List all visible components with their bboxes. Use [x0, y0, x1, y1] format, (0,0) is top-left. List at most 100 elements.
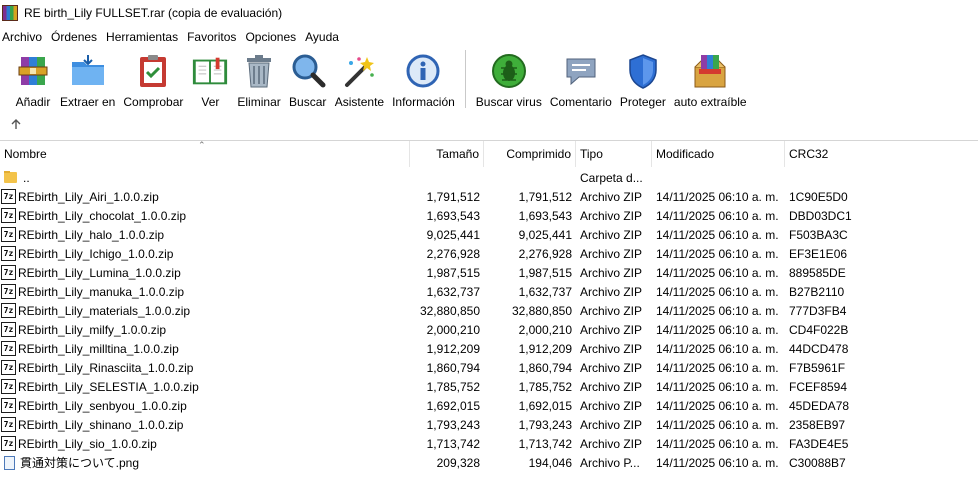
file-size: 9,025,441 — [426, 227, 480, 242]
file-name: REbirth_Lily_Rinasciita_1.0.0.zip — [18, 360, 194, 375]
column-header-type[interactable]: Tipo — [576, 141, 652, 167]
sfx-button[interactable]: auto extraíble — [670, 50, 751, 110]
comment-label: Comentario — [549, 95, 612, 109]
file-row[interactable]: 7z REbirth_Lily_halo_1.0.0.zip 9,025,441 9,… — [0, 225, 978, 244]
test-button[interactable]: Comprobar — [119, 50, 187, 110]
file-crc: F7B5961F — [789, 360, 846, 375]
virus-scan-button[interactable]: Buscar virus — [472, 50, 546, 110]
magnifier-icon — [289, 52, 327, 90]
file-crc: C30088B7 — [789, 455, 846, 470]
protect-label: Proteger — [619, 95, 666, 109]
file-row[interactable]: 7z REbirth_Lily_Ichigo_1.0.0.zip 2,276,928… — [0, 244, 978, 263]
file-crc: EF3E1E06 — [789, 246, 848, 261]
file-rows-container: 7z REbirth_Lily_Airi_1.0.0.zip 1,791,512 1,… — [0, 187, 978, 472]
file-crc: 2358EB97 — [789, 417, 846, 432]
protect-button[interactable]: Proteger — [616, 50, 670, 110]
file-size: 1,693,543 — [426, 208, 480, 223]
file-row[interactable]: 7z REbirth_Lily_Lumina_1.0.0.zip 1,987,515… — [0, 263, 978, 282]
file-crc: FA3DE4E5 — [789, 436, 849, 451]
file-size: 1,912,209 — [426, 341, 480, 356]
file-row[interactable]: 7z REbirth_Lily_milfy_1.0.0.zip 2,000,210 2… — [0, 320, 978, 339]
file-row[interactable]: 7z REbirth_Lily_senbyou_1.0.0.zip 1,692,01… — [0, 396, 978, 415]
file-name: REbirth_Lily_shinano_1.0.0.zip — [18, 417, 184, 432]
find-button[interactable]: Buscar — [285, 50, 331, 110]
extract-button[interactable]: Extraer en — [56, 50, 119, 110]
file-size: 2,276,928 — [426, 246, 480, 261]
file-type: Archivo ZIP — [580, 436, 643, 451]
file-packed-size: 32,880,850 — [511, 303, 572, 318]
book-icon — [191, 52, 229, 90]
file-name: REbirth_Lily_milltina_1.0.0.zip — [18, 341, 179, 356]
info-label: Información — [392, 95, 455, 109]
wizard-button[interactable]: Asistente — [331, 50, 388, 110]
file-row[interactable]: 7z REbirth_Lily_shinano_1.0.0.zip 1,793,24… — [0, 415, 978, 434]
file-modified: 14/11/2025 06:10 a. m. — [656, 227, 779, 242]
file-packed-size: 1,693,543 — [518, 208, 572, 223]
menu-ordenes[interactable]: Órdenes — [49, 30, 104, 44]
sfx-label: auto extraíble — [673, 95, 747, 109]
file-name: REbirth_Lily_halo_1.0.0.zip — [18, 227, 165, 242]
zip-file-icon: 7z — [1, 208, 16, 223]
column-header-crc[interactable]: CRC32 — [785, 141, 978, 167]
file-crc: B27B2110 — [789, 284, 845, 299]
file-name: REbirth_Lily_milfy_1.0.0.zip — [18, 322, 167, 337]
info-button[interactable]: Información — [388, 50, 459, 110]
column-header-packed[interactable]: Comprimido — [484, 141, 576, 167]
file-row[interactable]: 7z REbirth_Lily_manuka_1.0.0.zip 1,632,737… — [0, 282, 978, 301]
file-row[interactable]: 貫通対策について.png 209,328 194,046 Archivo P... 14… — [0, 453, 978, 472]
trash-icon — [240, 52, 278, 90]
menu-ayuda[interactable]: Ayuda — [303, 30, 346, 44]
extract-label: Extraer en — [60, 95, 116, 109]
image-file-icon — [4, 455, 15, 470]
zip-file-icon: 7z — [1, 227, 16, 242]
add-button[interactable]: Añadir — [10, 50, 56, 110]
file-modified: 14/11/2025 06:10 a. m. — [656, 417, 779, 432]
file-modified: 14/11/2025 06:10 a. m. — [656, 189, 779, 204]
column-header-modified[interactable]: Modificado — [652, 141, 785, 167]
file-rows: .. Carpeta d... 7z REbirth_Lily_Airi_1.0.… — [0, 168, 978, 472]
zip-file-icon: 7z — [1, 417, 16, 432]
sort-ascending-icon: ⌃ — [198, 140, 206, 150]
menu-archivo[interactable]: Archivo — [0, 30, 49, 44]
file-size: 1,692,015 — [426, 398, 480, 413]
file-modified: 14/11/2025 06:10 a. m. — [656, 303, 779, 318]
file-packed-size: 2,000,210 — [518, 322, 572, 337]
file-row[interactable]: 7z REbirth_Lily_Airi_1.0.0.zip 1,791,512 1,… — [0, 187, 978, 206]
file-packed-size: 1,692,015 — [518, 398, 572, 413]
file-row[interactable]: 7z REbirth_Lily_materials_1.0.0.zip 32,880… — [0, 301, 978, 320]
menu-favoritos[interactable]: Favoritos — [185, 30, 243, 44]
file-size: 1,791,512 — [426, 189, 480, 204]
window-title: RE birth_Lily FULLSET.rar (copia de eval… — [24, 6, 283, 20]
file-row[interactable]: 7z REbirth_Lily_sio_1.0.0.zip 1,713,742 1,7… — [0, 434, 978, 453]
column-header-name[interactable]: Nombre ⌃ — [0, 140, 410, 167]
toolbar: Añadir Extraer en Comprobar Ver Eliminar… — [0, 50, 978, 110]
file-size: 2,000,210 — [426, 322, 480, 337]
column-packed-label: Comprimido — [506, 147, 571, 161]
file-modified: 14/11/2025 06:10 a. m. — [656, 284, 779, 299]
menu-herramientas[interactable]: Herramientas — [104, 30, 185, 44]
file-row[interactable]: 7z REbirth_Lily_chocolat_1.0.0.zip 1,693,5… — [0, 206, 978, 225]
file-list: Nombre ⌃ Tamaño Comprimido Tipo Modifica… — [0, 140, 978, 500]
column-header-size[interactable]: Tamaño — [410, 141, 484, 167]
zip-file-icon: 7z — [1, 360, 16, 375]
column-name-label: Nombre — [4, 147, 47, 161]
file-modified: 14/11/2025 06:10 a. m. — [656, 265, 779, 280]
file-type: Archivo ZIP — [580, 284, 643, 299]
file-packed-size: 1,793,243 — [518, 417, 572, 432]
up-arrow-icon[interactable] — [9, 117, 23, 131]
file-type: Carpeta d... — [580, 170, 643, 185]
parent-folder-row[interactable]: .. Carpeta d... — [0, 168, 978, 187]
menu-opciones[interactable]: Opciones — [243, 30, 303, 44]
file-type: Archivo ZIP — [580, 189, 643, 204]
magic-wand-icon — [340, 52, 378, 90]
delete-button[interactable]: Eliminar — [233, 50, 284, 110]
zip-file-icon: 7z — [1, 265, 16, 280]
file-crc: 45DEDA78 — [789, 398, 850, 413]
view-button[interactable]: Ver — [187, 50, 233, 110]
add-archive-icon — [14, 52, 52, 90]
file-row[interactable]: 7z REbirth_Lily_Rinasciita_1.0.0.zip 1,860… — [0, 358, 978, 377]
file-row[interactable]: 7z REbirth_Lily_milltina_1.0.0.zip 1,912,2… — [0, 339, 978, 358]
file-modified: 14/11/2025 06:10 a. m. — [656, 379, 779, 394]
file-row[interactable]: 7z REbirth_Lily_SELESTIA_1.0.0.zip 1,785,7… — [0, 377, 978, 396]
comment-button[interactable]: Comentario — [546, 50, 616, 110]
